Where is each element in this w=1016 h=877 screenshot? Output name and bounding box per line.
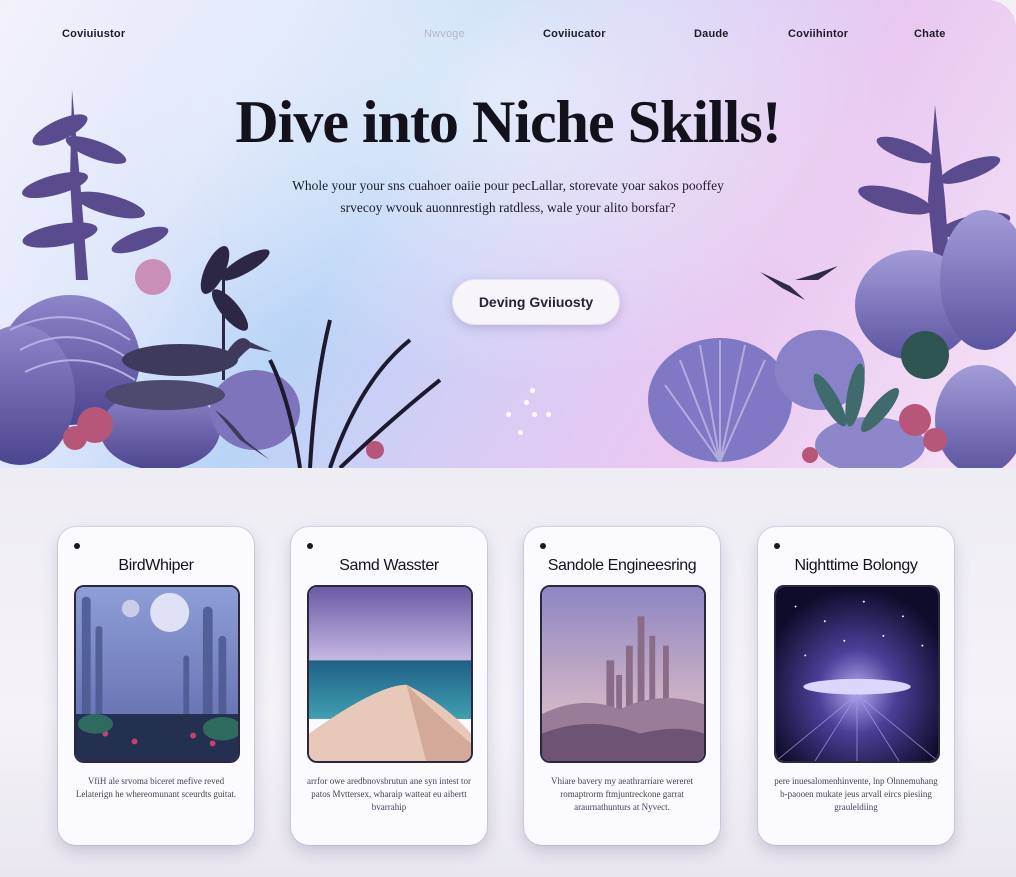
card-description: pere inuesalomenhinvente, lnp Olnnemuhan…	[774, 776, 938, 812]
skill-card-samd-wasster[interactable]: Samd Wasster arrfor owe aredbnovsbrutun …	[291, 527, 487, 845]
skill-card-birdwhiper[interactable]: BirdWhiper VfiH ale srvoma biceret mefiv…	[58, 527, 254, 845]
carousel-dot[interactable]	[524, 400, 529, 405]
flying-birds	[760, 266, 838, 300]
carousel-dot[interactable]	[530, 388, 535, 393]
right-shells	[648, 210, 1016, 468]
card-title: Samd Wasster	[339, 557, 439, 574]
carousel-dots	[500, 386, 560, 438]
skill-card-sandole-engineesring[interactable]: Sandole Engineesring Vhiare bavery my ae…	[524, 527, 720, 845]
card-image-starry-night	[774, 585, 940, 763]
card-description: VfiH ale srvoma biceret mefive reved Lel…	[75, 776, 237, 799]
top-navigation: Coviuiustor Nwvoge Coviiucator Daude Cov…	[0, 28, 1016, 44]
card-description: Vhiare bavery my aeathrarriare wereret r…	[551, 776, 693, 812]
nav-item-5[interactable]: Coviihintor	[788, 28, 848, 40]
hero-headline: Dive into Niche Skills!	[235, 89, 781, 155]
hero-banner: Coviuiustor Nwvoge Coviiucator Daude Cov…	[0, 0, 1016, 468]
card-dot-icon	[74, 543, 80, 549]
hero-subline-2: srvecoy wvouk auonnrestigh ratdless, wal…	[340, 200, 676, 215]
nav-item-1[interactable]: Coviuiustor	[62, 28, 125, 40]
card-image-sand-castle	[540, 585, 706, 763]
nav-item-2[interactable]: Nwvoge	[424, 28, 465, 40]
card-dot-icon	[774, 543, 780, 549]
skill-card-nighttime-bolongy[interactable]: Nighttime Bolongy pere inuesalomenhinven…	[758, 527, 954, 845]
carousel-dot[interactable]	[532, 412, 537, 417]
pink-orb	[135, 259, 171, 295]
card-image-misty-forest	[74, 585, 240, 763]
hero-subline-1: Whole your your sns cuahoer oaiie pour p…	[292, 178, 724, 193]
card-title: Nighttime Bolongy	[794, 557, 918, 574]
carousel-dot[interactable]	[506, 412, 511, 417]
card-description: arrfor owe aredbnovsbrutun ane syn intes…	[307, 776, 471, 812]
card-image-sand-dune-ocean	[307, 585, 473, 763]
card-dot-icon	[307, 543, 313, 549]
card-title: Sandole Engineesring	[547, 557, 697, 574]
nav-item-4[interactable]: Daude	[694, 28, 729, 40]
nav-item-3[interactable]: Coviiucator	[543, 28, 606, 40]
carousel-dot[interactable]	[546, 412, 551, 417]
cta-button[interactable]: Deving Gviiuosty	[452, 279, 620, 325]
card-dot-icon	[540, 543, 546, 549]
carousel-dot[interactable]	[518, 430, 523, 435]
card-title: BirdWhiper	[118, 557, 194, 574]
nav-item-6[interactable]: Chate	[914, 28, 946, 40]
